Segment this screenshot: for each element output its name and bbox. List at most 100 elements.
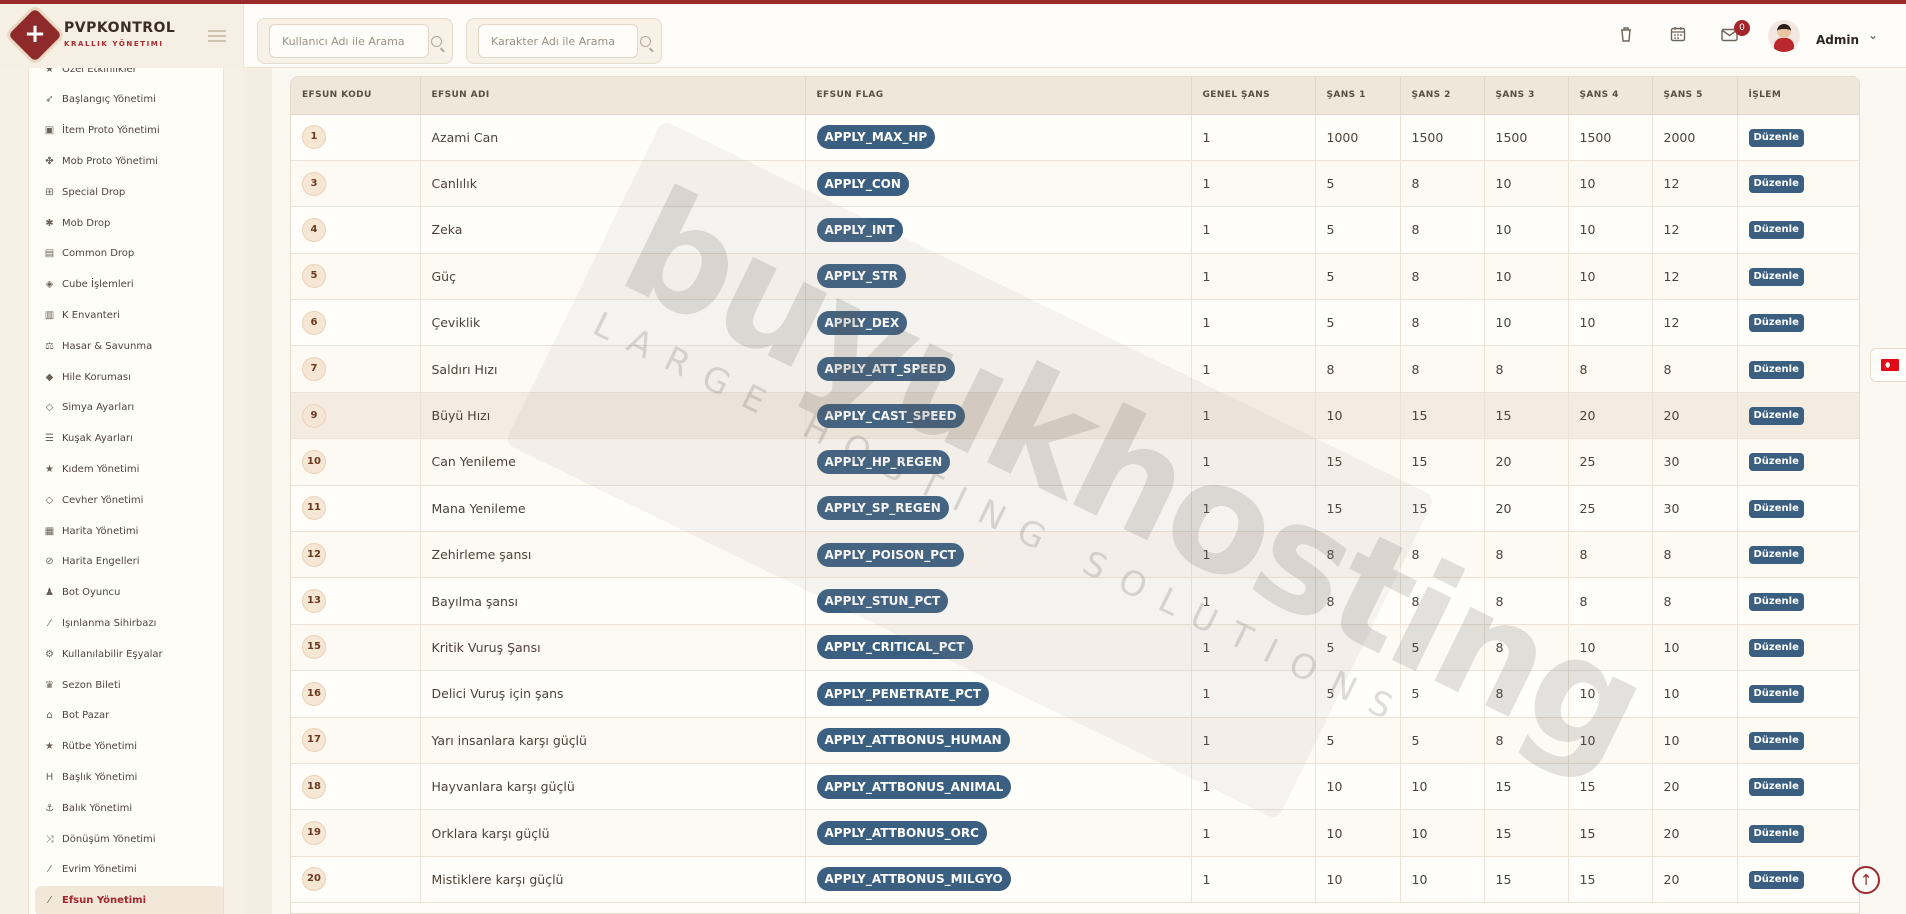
chance-2: 15 <box>1411 500 1428 516</box>
search-icon[interactable] <box>640 36 651 47</box>
table-row[interactable]: 19 Orklara karşı güçlü APPLY_ATTBONUS_ORC 1… <box>291 809 1859 857</box>
sidebar-item[interactable]: ⁄ Evrim Yönetimi <box>29 855 223 885</box>
chance-5: 30 <box>1663 454 1680 470</box>
edit-button[interactable]: Düzenle <box>1748 778 1804 797</box>
sidebar-item[interactable]: ◇ Cevher Yönetimi <box>29 485 223 515</box>
paw-icon: ✤ <box>45 155 54 167</box>
sidebar-item[interactable]: ◆ Hile Koruması <box>29 362 223 392</box>
table-row[interactable]: 20 Mistiklere karşı güçlü APPLY_ATTBONUS_M… <box>291 856 1859 904</box>
edit-button[interactable]: Düzenle <box>1748 407 1804 426</box>
edit-button[interactable]: Düzenle <box>1748 685 1804 704</box>
sidebar-item[interactable]: ⁄ Efsun Yönetimi <box>35 885 223 914</box>
column-header[interactable]: EFSUN KODU <box>291 77 421 115</box>
scroll-to-top-button[interactable]: ↑ <box>1852 866 1880 894</box>
efsun-flag-badge: APPLY_STR <box>816 264 906 289</box>
table-row[interactable]: 15 Kritik Vuruş Şansı APPLY_CRITICAL_PCT 1 5… <box>291 624 1859 672</box>
table-row[interactable]: 10 Can Yenileme APPLY_HP_REGEN 1 15 15 20 25 30 D… <box>291 438 1859 486</box>
column-header[interactable]: ŞANS 3 <box>1484 77 1569 115</box>
efsun-code: 1 <box>302 125 326 150</box>
column-header[interactable]: EFSUN ADI <box>420 77 806 115</box>
table-row[interactable]: 18 Hayvanlara karşı güçlü APPLY_ATTBONUS_A… <box>291 763 1859 811</box>
table-row[interactable]: 6 Çeviklik APPLY_DEX 1 5 8 10 10 12 Düzenle <box>291 299 1859 347</box>
content-gutter <box>244 68 272 914</box>
efsun-name: Canlılık <box>431 176 477 192</box>
table-row[interactable]: 7 Saldırı Hızı APPLY_ATT_SPEED 1 8 8 8 8 8 Düzenl… <box>291 345 1859 393</box>
edit-button[interactable]: Düzenle <box>1748 592 1804 611</box>
column-header[interactable]: ŞANS 2 <box>1400 77 1485 115</box>
edit-button[interactable]: Düzenle <box>1748 731 1804 750</box>
sidebar-item[interactable]: ⚖ Hasar & Savunma <box>29 331 223 361</box>
avatar[interactable] <box>1768 20 1800 52</box>
sidebar-item[interactable]: ★ Kıdem Yönetimi <box>29 454 223 484</box>
sidebar-item[interactable]: ★ Özel Etkinlikler <box>29 68 223 84</box>
menu-toggle-icon[interactable] <box>208 30 226 42</box>
ban-icon: ⊘ <box>45 556 54 568</box>
sidebar-item[interactable]: ◇ Simya Ayarları <box>29 393 223 423</box>
edit-button[interactable]: Düzenle <box>1748 360 1804 379</box>
sidebar-item[interactable]: ☰ Kuşak Ayarları <box>29 424 223 454</box>
sidebar-item-label: Special Drop <box>62 186 126 198</box>
table-row[interactable]: 3 Canlılık APPLY_CON 1 5 8 10 10 12 Düzenle <box>291 160 1859 208</box>
edit-button[interactable]: Düzenle <box>1748 453 1804 472</box>
sidebar-item[interactable]: ✤ Mob Proto Yönetimi <box>29 146 223 176</box>
sidebar-item-label: Simya Ayarları <box>62 402 135 414</box>
chance-4: 8 <box>1579 361 1588 377</box>
trash-icon[interactable] <box>1613 24 1639 50</box>
sidebar-item[interactable]: ▣ İtem Proto Yönetimi <box>29 116 223 146</box>
sidebar-item[interactable]: ⚓ Balık Yönetimi <box>29 793 223 823</box>
character-search-input[interactable] <box>478 24 638 58</box>
column-header[interactable]: EFSUN FLAG <box>805 77 1192 115</box>
edit-button[interactable]: Düzenle <box>1748 221 1804 240</box>
sidebar-item[interactable]: ♛ Sezon Bileti <box>29 670 223 700</box>
search-icon[interactable] <box>431 36 442 47</box>
column-header[interactable]: ŞANS 5 <box>1652 77 1738 115</box>
language-switch[interactable] <box>1870 348 1906 382</box>
sidebar-item[interactable]: ♟ Bot Oyuncu <box>29 578 223 608</box>
sidebar-item[interactable]: ◈ Cube İşlemleri <box>29 270 223 300</box>
sidebar-item[interactable]: ★ Rütbe Yönetimi <box>29 732 223 762</box>
efsun-flag-badge: APPLY_CON <box>816 171 909 196</box>
sidebar-item[interactable]: ▥ K Envanteri <box>29 300 223 330</box>
edit-button[interactable]: Düzenle <box>1748 546 1804 565</box>
bug-icon: ✱ <box>45 217 54 229</box>
sidebar-item[interactable]: ⊞ Special Drop <box>29 177 223 207</box>
table-row[interactable]: 16 Delici Vuruş için şans APPLY_PENETRATE_… <box>291 670 1859 718</box>
sidebar-item[interactable]: ⊘ Harita Engelleri <box>29 547 223 577</box>
table-row[interactable]: 11 Mana Yenileme APPLY_SP_REGEN 1 15 15 20 25 30… <box>291 485 1859 533</box>
sidebar-item[interactable]: ⁄ Işınlanma Sihirbazı <box>29 608 223 638</box>
chance-4: 15 <box>1579 779 1596 795</box>
edit-button[interactable]: Düzenle <box>1748 314 1804 333</box>
user-search-input[interactable] <box>269 24 429 58</box>
sidebar-item[interactable]: ⤨ Dönüşüm Yönetimi <box>29 824 223 854</box>
sidebar-item[interactable]: H Başlık Yönetimi <box>29 762 223 792</box>
sidebar-item[interactable]: ▤ Common Drop <box>29 239 223 269</box>
table-row[interactable]: 12 Zehirleme şansı APPLY_POISON_PCT 1 8 8 8 8 8 D… <box>291 531 1859 579</box>
column-header[interactable]: ŞANS 1 <box>1315 77 1401 115</box>
chevron-down-icon[interactable]: ⌄ <box>1868 28 1878 42</box>
brand-area[interactable]: + PVPKONTROL KRALLIK YÖNETIMI <box>0 4 244 68</box>
table-row[interactable]: 1 Azami Can APPLY_MAX_HP 1 1000 1500 1500 1500 2… <box>291 114 1859 161</box>
edit-button[interactable]: Düzenle <box>1748 267 1804 286</box>
edit-button[interactable]: Düzenle <box>1748 128 1804 147</box>
column-header[interactable]: GENEL ŞANS <box>1191 77 1316 115</box>
table-row[interactable]: 9 Büyü Hızı APPLY_CAST_SPEED 1 10 15 15 20 20 Düz… <box>291 392 1859 440</box>
general-chance: 1 <box>1202 547 1211 563</box>
column-header[interactable]: İŞLEM <box>1737 77 1859 115</box>
sidebar-item[interactable]: ⌂ Bot Pazar <box>29 701 223 731</box>
table-row[interactable]: 17 Yarı insanlara karşı güçlü APPLY_ATTBON… <box>291 717 1859 764</box>
edit-button[interactable]: Düzenle <box>1748 499 1804 518</box>
edit-button[interactable]: Düzenle <box>1748 870 1804 889</box>
table-row[interactable]: 5 Güç APPLY_STR 1 5 8 10 10 12 Düzenle <box>291 253 1859 301</box>
sidebar-item[interactable]: ➶ Başlangıç Yönetimi <box>29 85 223 115</box>
table-row[interactable]: 4 Zeka APPLY_INT 1 5 8 10 10 12 Düzenle <box>291 206 1859 254</box>
calendar-icon[interactable] <box>1665 24 1691 50</box>
column-header[interactable]: ŞANS 4 <box>1568 77 1653 115</box>
edit-button[interactable]: Düzenle <box>1748 175 1804 194</box>
user-name[interactable]: Admin <box>1816 33 1859 47</box>
sidebar-item[interactable]: ✱ Mob Drop <box>29 208 223 238</box>
sidebar-item[interactable]: ⚙ Kullanılabilir Eşyalar <box>29 639 223 669</box>
edit-button[interactable]: Düzenle <box>1748 638 1804 657</box>
edit-button[interactable]: Düzenle <box>1748 824 1804 843</box>
sidebar-item[interactable]: ▦ Harita Yönetimi <box>29 516 223 546</box>
table-row[interactable]: 13 Bayılma şansı APPLY_STUN_PCT 1 8 8 8 8 8 Düzen… <box>291 577 1859 625</box>
